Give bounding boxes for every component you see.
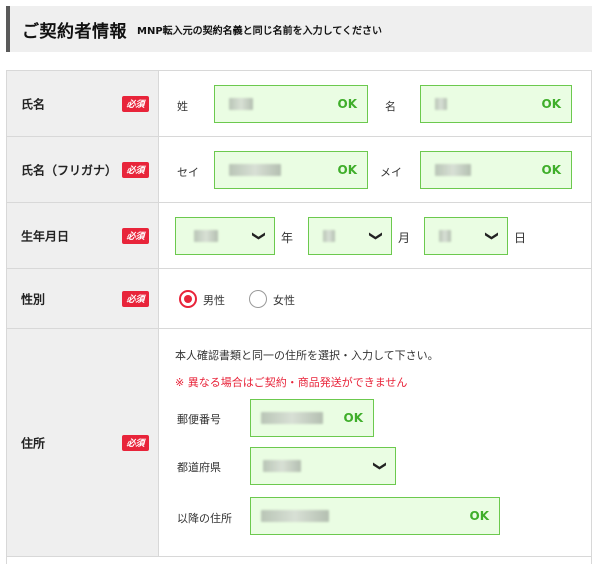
address-label: 住所 <box>21 436 46 450</box>
required-badge: 必須 <box>122 434 149 451</box>
label-cell: 氏名（フリガナ） 必須 <box>7 137 159 202</box>
masked-value <box>439 230 451 242</box>
required-badge: 必須 <box>122 95 149 112</box>
gender-label: 性別 <box>21 292 46 306</box>
last-kana-input[interactable]: OK <box>214 151 368 189</box>
row-name: 氏名 必須 姓 OK 名 OK <box>7 71 591 137</box>
kana-cell: セイ OK メイ OK <box>160 137 591 202</box>
gender-male-label[interactable]: 男性 <box>203 292 225 308</box>
section-subtitle: MNP転入元の契約名義と同じ名前を入力してください <box>137 25 383 37</box>
birth-cell: ❯ 年 ❯ 月 ❯ 日 <box>160 203 591 268</box>
first-name-label: 名 <box>385 100 396 113</box>
ok-indicator: OK <box>469 509 490 523</box>
section-header: ご契約者情報 MNP転入元の契約名義と同じ名前を入力してください <box>6 6 592 52</box>
name-cell: 姓 OK 名 OK <box>160 71 591 136</box>
required-badge: 必須 <box>122 227 149 244</box>
address-note: 本人確認書類と同一の住所を選択・入力して下さい。 <box>175 349 439 362</box>
rest-address-input[interactable]: OK <box>250 497 500 535</box>
first-name-input[interactable]: OK <box>420 85 572 123</box>
year-unit: 年 <box>281 231 294 245</box>
masked-value <box>194 230 218 242</box>
row-address: 住所 必須 本人確認書類と同一の住所を選択・入力して下さい。 ※ 異なる場合はご… <box>7 329 591 557</box>
row-kana: 氏名（フリガナ） 必須 セイ OK メイ OK <box>7 137 591 203</box>
gender-female-label[interactable]: 女性 <box>273 292 295 308</box>
postal-code-input[interactable]: OK <box>250 399 374 437</box>
masked-value <box>435 98 447 110</box>
ok-indicator: OK <box>343 411 364 425</box>
chevron-down-icon: ❯ <box>484 230 500 242</box>
first-kana-label: メイ <box>380 166 402 179</box>
row-gender: 性別 必須 男性 女性 <box>7 269 591 329</box>
birth-month-select[interactable]: ❯ <box>308 217 392 255</box>
ok-indicator: OK <box>541 97 562 111</box>
masked-value <box>263 460 301 472</box>
first-kana-input[interactable]: OK <box>420 151 572 189</box>
gender-female-radio[interactable] <box>249 290 267 308</box>
label-cell: 性別 必須 <box>7 269 159 328</box>
chevron-down-icon: ❯ <box>368 230 384 242</box>
masked-value <box>261 510 329 522</box>
ok-indicator: OK <box>337 163 358 177</box>
rest-address-label: 以降の住所 <box>177 512 232 525</box>
day-unit: 日 <box>514 231 527 245</box>
masked-value <box>261 412 323 424</box>
masked-value <box>229 98 253 110</box>
chevron-down-icon: ❯ <box>372 460 388 472</box>
masked-value <box>435 164 471 176</box>
address-cell: 本人確認書類と同一の住所を選択・入力して下さい。 ※ 異なる場合はご契約・商品発… <box>160 329 591 556</box>
masked-value <box>229 164 281 176</box>
birth-year-select[interactable]: ❯ <box>175 217 275 255</box>
gender-male-radio[interactable] <box>179 290 197 308</box>
contract-form: 氏名 必須 姓 OK 名 OK 氏名（フリガナ） 必須 セイ OK メイ OK … <box>6 70 592 564</box>
required-badge: 必須 <box>122 290 149 307</box>
last-kana-label: セイ <box>177 166 199 179</box>
label-cell: 氏名 必須 <box>7 71 159 136</box>
month-unit: 月 <box>398 231 411 245</box>
label-cell: 住所 必須 <box>7 329 159 556</box>
gender-cell: 男性 女性 <box>160 269 591 328</box>
address-warning: ※ 異なる場合はご契約・商品発送ができません <box>175 376 408 389</box>
birth-day-select[interactable]: ❯ <box>424 217 508 255</box>
last-name-label: 姓 <box>177 100 188 113</box>
ok-indicator: OK <box>337 97 358 111</box>
last-name-input[interactable]: OK <box>214 85 368 123</box>
label-cell: 生年月日 必須 <box>7 203 159 268</box>
prefecture-select[interactable]: ❯ <box>250 447 396 485</box>
name-label: 氏名 <box>21 97 46 111</box>
chevron-down-icon: ❯ <box>251 230 267 242</box>
required-badge: 必須 <box>122 161 149 178</box>
prefecture-label: 都道府県 <box>177 461 221 474</box>
postal-code-label: 郵便番号 <box>177 413 221 426</box>
row-birth: 生年月日 必須 ❯ 年 ❯ 月 ❯ 日 <box>7 203 591 269</box>
birth-label: 生年月日 <box>21 229 70 243</box>
ok-indicator: OK <box>541 163 562 177</box>
kana-label: 氏名（フリガナ） <box>21 163 118 177</box>
masked-value <box>323 230 335 242</box>
section-title: ご契約者情報 <box>22 21 127 42</box>
